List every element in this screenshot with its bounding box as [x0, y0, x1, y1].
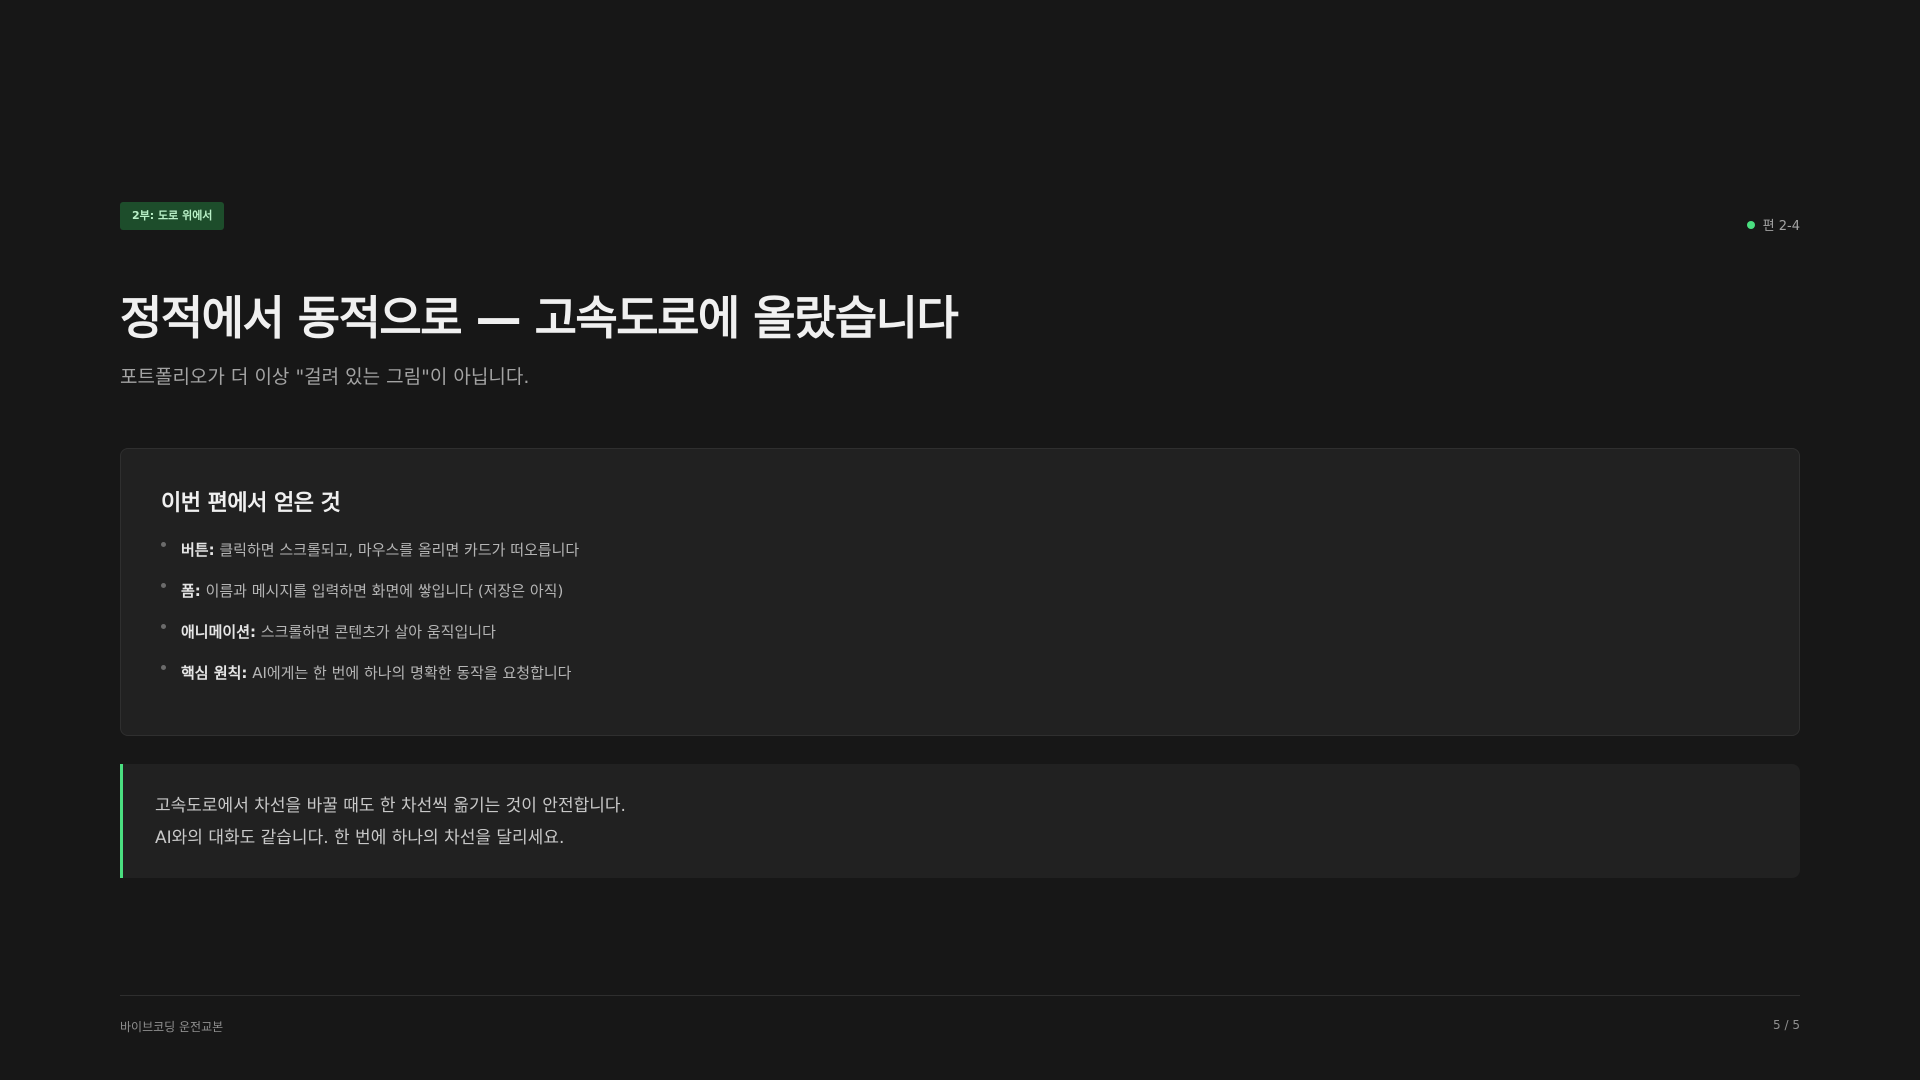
bullet-icon — [161, 583, 166, 588]
slide-header: 2부: 도로 위에서 편 2-4 — [120, 202, 1800, 234]
list-item: 버튼: 클릭하면 스크롤되고, 마우스를 올리면 카드가 떠오릅니다 — [161, 539, 1759, 580]
item-term: 핵심 원칙: — [181, 664, 248, 682]
summary-list: 버튼: 클릭하면 스크롤되고, 마우스를 올리면 카드가 떠오릅니다 폼: 이름… — [161, 539, 1759, 703]
status-dot-icon — [1746, 220, 1755, 229]
page-indicator: 5 / 5 — [1773, 1018, 1800, 1032]
quote-line-2: AI와의 대화도 같습니다. 한 번에 하나의 차선을 달리세요. — [155, 828, 565, 848]
slide: 2부: 도로 위에서 편 2-4 정적에서 동적으로 — 고속도로에 올랐습니다… — [0, 0, 1920, 1080]
item-term: 애니메이션: — [181, 623, 256, 641]
bullet-icon — [161, 665, 166, 670]
quote-line-1: 고속도로에서 차선을 바꿀 때도 한 차선씩 옮기는 것이 안전합니다. — [155, 796, 626, 816]
part-badge: 2부: 도로 위에서 — [120, 202, 225, 230]
item-text: 이름과 메시지를 입력하면 화면에 쌓입니다 (저장은 아직) — [200, 582, 564, 600]
item-text: AI에게는 한 번에 하나의 명확한 동작을 요청합니다 — [247, 664, 572, 682]
summary-card: 이번 편에서 얻은 것 버튼: 클릭하면 스크롤되고, 마우스를 올리면 카드가… — [120, 448, 1800, 736]
bullet-icon — [161, 542, 166, 547]
list-item: 핵심 원칙: AI에게는 한 번에 하나의 명확한 동작을 요청합니다 — [161, 662, 1759, 703]
footer-book-title: 바이브코딩 운전교본 — [120, 1020, 224, 1034]
bullet-icon — [161, 624, 166, 629]
item-text: 스크롤하면 콘텐츠가 살아 움직입니다 — [256, 623, 496, 641]
highlight-quote: 고속도로에서 차선을 바꿀 때도 한 차선씩 옮기는 것이 안전합니다. AI와… — [120, 764, 1800, 878]
item-text: 클릭하면 스크롤되고, 마우스를 올리면 카드가 떠오릅니다 — [214, 541, 580, 559]
page-title: 정적에서 동적으로 — 고속도로에 올랐습니다 — [120, 291, 959, 345]
footer-divider — [120, 995, 1800, 996]
item-term: 폼: — [181, 582, 201, 600]
episode-indicator: 편 2-4 — [1746, 215, 1800, 234]
summary-card-title: 이번 편에서 얻은 것 — [161, 491, 341, 516]
page-subtitle: 포트폴리오가 더 이상 "걸려 있는 그림"이 아닙니다. — [120, 366, 530, 388]
item-term: 버튼: — [181, 541, 215, 559]
list-item: 애니메이션: 스크롤하면 콘텐츠가 살아 움직입니다 — [161, 621, 1759, 662]
list-item: 폼: 이름과 메시지를 입력하면 화면에 쌓입니다 (저장은 아직) — [161, 580, 1759, 621]
episode-label: 편 2-4 — [1762, 219, 1800, 234]
